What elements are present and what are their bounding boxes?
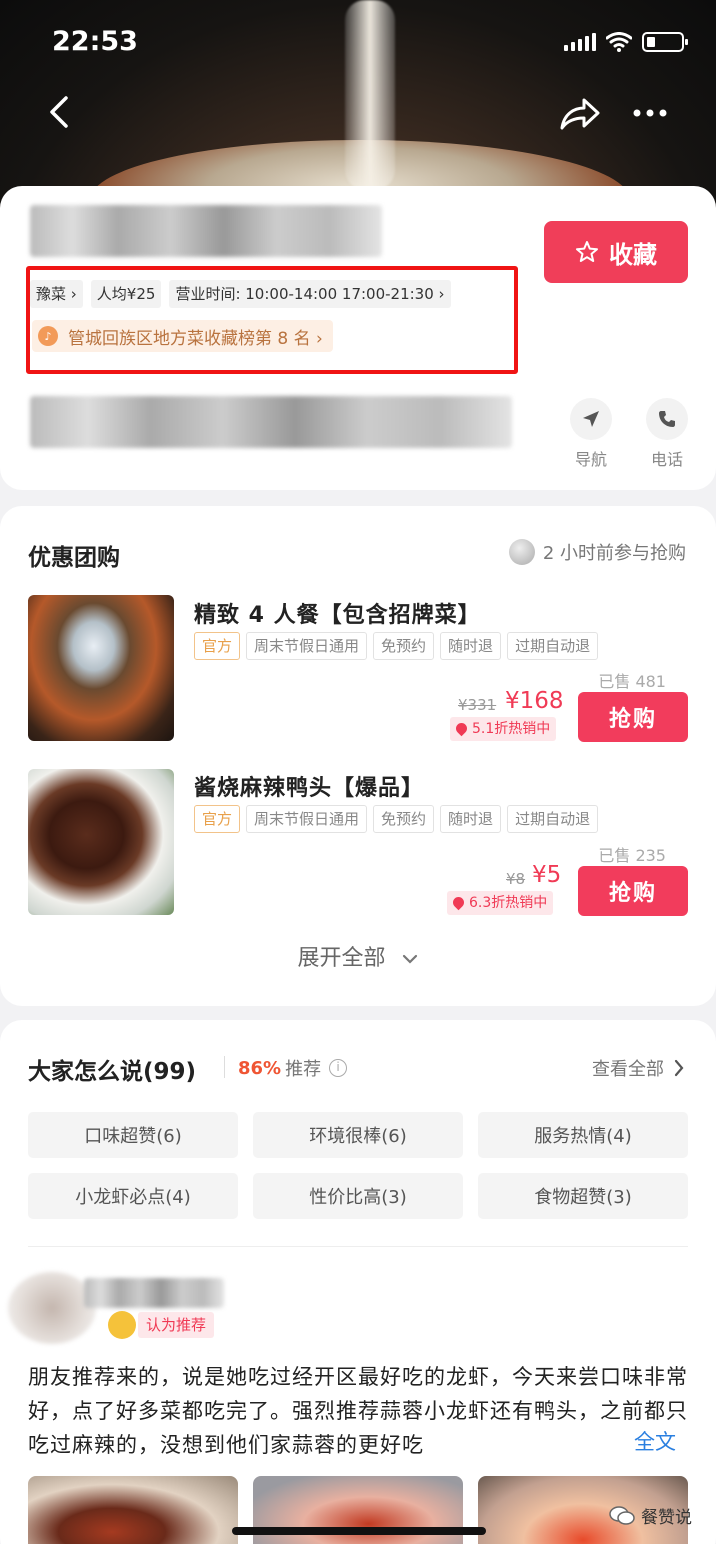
wifi-icon (606, 32, 632, 52)
phone-icon (659, 411, 675, 427)
original-price: ¥8 (506, 870, 526, 888)
status-bar: 22:53 (0, 26, 716, 60)
recommend-label: 推荐 (285, 1059, 322, 1080)
recommend-pct: 86% (238, 1057, 282, 1079)
recent-activity: 2 小时前参与抢购 (508, 539, 686, 565)
original-price: ¥331 (458, 696, 497, 714)
nav-label: 导航 (574, 450, 607, 469)
highlight-box (26, 266, 518, 374)
deal-tags: 官方 周末节假日通用 免预约 随时退 过期自动退 (194, 805, 599, 833)
recommend-rate: 86% 推荐 i (238, 1055, 348, 1081)
expand-all-button[interactable]: 展开全部 (0, 940, 716, 972)
deal-tag: 周末节假日通用 (246, 805, 368, 833)
title-divider (224, 1056, 225, 1078)
reviews-title: 大家怎么说(99) (28, 1059, 197, 1085)
deal-tag: 官方 (194, 632, 241, 660)
reviewer-avatar[interactable] (8, 1272, 96, 1344)
share-icon[interactable] (558, 96, 602, 132)
view-all-label: 查看全部 (592, 1059, 664, 1080)
wechat-icon (609, 1505, 635, 1525)
divider (28, 1246, 688, 1247)
recommend-badge: 认为推荐 (138, 1312, 215, 1338)
watermark: 餐赞说 (609, 1503, 692, 1528)
review-tag[interactable]: 小龙虾必点(4) (28, 1173, 238, 1219)
navigation-icon (583, 411, 599, 427)
back-icon[interactable] (44, 92, 74, 132)
text-fade (560, 1426, 630, 1460)
favorite-button[interactable]: 收藏 (544, 221, 688, 283)
buyer-avatar (508, 539, 535, 565)
full-text-link[interactable]: 全文 (628, 1426, 676, 1456)
deal-tag: 免预约 (373, 632, 435, 660)
battery-icon (642, 32, 688, 52)
signal-icon (564, 33, 596, 51)
deal-tag: 免预约 (373, 805, 435, 833)
review-tag[interactable]: 口味超赞(6) (28, 1112, 238, 1158)
more-icon[interactable] (632, 108, 668, 118)
favorite-label: 收藏 (609, 240, 657, 269)
info-icon[interactable]: i (329, 1059, 348, 1077)
status-time: 22:53 (52, 26, 138, 57)
deal-tags: 官方 周末节假日通用 免预约 随时退 过期自动退 (194, 632, 599, 660)
nav-action[interactable]: 导航 (566, 398, 616, 470)
deal-tag: 过期自动退 (507, 632, 599, 660)
recent-activity-text: 2 小时前参与抢购 (542, 543, 686, 564)
address-blurred (30, 396, 512, 448)
deal-image[interactable] (28, 769, 174, 915)
review-tag[interactable]: 性价比高(3) (253, 1173, 463, 1219)
deal-price: ¥5 (532, 862, 562, 888)
deal-image[interactable] (28, 595, 174, 741)
deal-title[interactable]: 酱烧麻辣鸭头【爆品】 (194, 770, 424, 802)
watermark-text: 餐赞说 (641, 1508, 692, 1528)
deal-price: ¥168 (505, 688, 564, 714)
sold-count: 已售 481 (598, 672, 666, 691)
chevron-down-icon (402, 954, 417, 964)
deals-card (0, 506, 716, 1006)
sold-count: 已售 235 (598, 846, 666, 865)
deal-tag: 随时退 (440, 805, 502, 833)
buy-button[interactable]: 抢购 (578, 866, 688, 916)
home-indicator[interactable] (232, 1527, 486, 1535)
smile-icon (108, 1311, 136, 1339)
deal-tag: 随时退 (440, 632, 502, 660)
deal-tag: 周末节假日通用 (246, 632, 368, 660)
discount-badge: 6.3折热销中 (447, 891, 554, 915)
star-icon (576, 241, 598, 262)
reviewer-name-blurred (84, 1278, 224, 1308)
review-tag[interactable]: 服务热情(4) (478, 1112, 688, 1158)
review-tag[interactable]: 环境很棒(6) (253, 1112, 463, 1158)
deals-title: 优惠团购 (28, 545, 120, 571)
deal-tag: 过期自动退 (507, 805, 599, 833)
deal-tag: 官方 (194, 805, 241, 833)
buy-button[interactable]: 抢购 (578, 692, 688, 742)
deal-title[interactable]: 精致 4 人餐【包含招牌菜】 (194, 597, 481, 629)
expand-label: 展开全部 (297, 946, 386, 971)
chevron-right-icon (674, 1059, 684, 1077)
discount-badge: 5.1折热销中 (450, 717, 557, 741)
phone-label: 电话 (650, 450, 683, 469)
review-photo[interactable] (28, 1476, 238, 1544)
shop-name-blurred (30, 205, 382, 257)
phone-action[interactable]: 电话 (642, 398, 692, 470)
review-tag[interactable]: 食物超赞(3) (478, 1173, 688, 1219)
status-icons (564, 32, 688, 52)
view-all-link[interactable]: 查看全部 (592, 1055, 684, 1081)
